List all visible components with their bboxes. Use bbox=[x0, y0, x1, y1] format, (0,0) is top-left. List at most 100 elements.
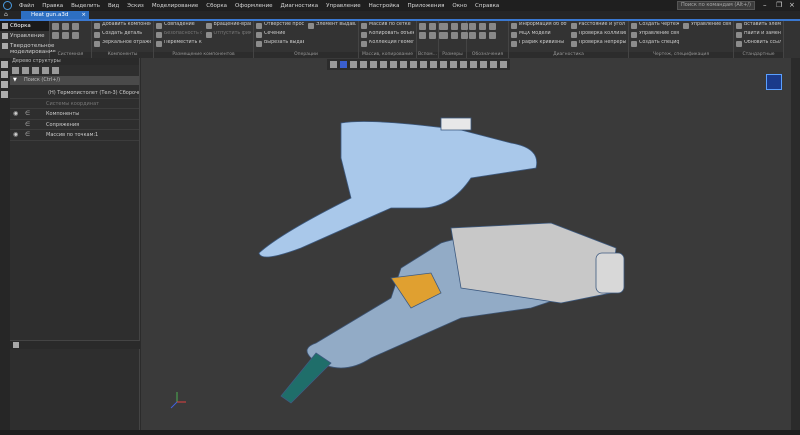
tool-icon[interactable] bbox=[429, 32, 436, 39]
ribbon-button[interactable]: Отпустить фиксацию bbox=[205, 31, 251, 39]
ribbon-button[interactable]: График кривизны bbox=[511, 40, 567, 48]
cable-handle bbox=[280, 352, 332, 404]
ribbon-button[interactable]: Коллекция геометрии bbox=[361, 40, 414, 48]
menu-item[interactable]: Управление bbox=[322, 3, 365, 9]
tool-icon[interactable] bbox=[62, 32, 69, 39]
tool-icon[interactable] bbox=[441, 32, 448, 39]
command-search-input[interactable]: Поиск по командам (Alt+/) bbox=[677, 1, 755, 10]
menu-item[interactable]: Оформление bbox=[231, 3, 277, 9]
ribbon-button[interactable]: Зеркальное отражение из... bbox=[94, 40, 151, 48]
tool-icon[interactable] bbox=[489, 32, 496, 39]
list-view-icon[interactable] bbox=[52, 67, 59, 74]
tool-icon[interactable] bbox=[62, 23, 69, 30]
ribbon-button[interactable]: Массив по сетке bbox=[361, 22, 414, 30]
minimize-icon[interactable]: – bbox=[763, 1, 767, 9]
ribbon-button[interactable]: Создать чертеж по модели bbox=[631, 22, 679, 30]
ribbon-button[interactable]: Обновить ссылки на МОД... bbox=[736, 40, 781, 48]
menu-item[interactable]: Настройка bbox=[365, 3, 404, 9]
ribbon-button[interactable]: Вставить элемент bbox=[736, 22, 781, 30]
close-icon[interactable]: × bbox=[789, 1, 795, 9]
mode-1[interactable]: Управление bbox=[0, 31, 49, 41]
ribbon-button[interactable]: Отверстие простое bbox=[256, 22, 304, 30]
tree-item-label: Компоненты bbox=[46, 111, 80, 117]
menu-item[interactable]: Окно bbox=[448, 3, 471, 9]
ribbon-group: Размеры bbox=[439, 21, 468, 58]
tree-item[interactable]: (Н) Термопистолет (Тел-3) Сборочная е bbox=[10, 88, 139, 99]
menu-item[interactable]: Справка bbox=[471, 3, 503, 9]
restore-icon[interactable]: ❐ bbox=[776, 1, 782, 9]
mode-0[interactable]: Сборка bbox=[0, 21, 49, 31]
ribbon-button[interactable]: Создать деталь bbox=[94, 31, 151, 39]
filter-funnel-icon: ▼ bbox=[13, 77, 17, 83]
tool-icon[interactable] bbox=[419, 23, 426, 30]
ribbon-group: Вставить элементНайти и заменитьОбновить… bbox=[734, 21, 784, 63]
menu-item[interactable]: Вид bbox=[104, 3, 123, 9]
menu-item[interactable]: Файл bbox=[15, 3, 38, 9]
ribbon-group: Создать чертеж по моделиУправление связа… bbox=[629, 21, 734, 58]
menu-item[interactable]: Моделирование bbox=[148, 3, 202, 9]
tree-mode-icon[interactable] bbox=[12, 67, 19, 74]
fix-icon[interactable]: ∈ bbox=[25, 109, 30, 119]
eye-icon[interactable]: ◉ bbox=[13, 130, 18, 140]
layers-icon[interactable] bbox=[1, 71, 8, 78]
filter-icon[interactable] bbox=[42, 67, 49, 74]
tool-icon[interactable] bbox=[479, 32, 486, 39]
ribbon-button[interactable]: Сечение bbox=[256, 31, 304, 39]
tool-icon[interactable] bbox=[419, 32, 426, 39]
menu-item[interactable]: Сборка bbox=[202, 3, 231, 9]
3d-viewport[interactable] bbox=[141, 58, 791, 430]
fix-icon[interactable]: ∈ bbox=[25, 130, 30, 140]
tool-icon[interactable] bbox=[451, 23, 458, 30]
tree-search-input[interactable]: ▼ Поиск (Ctrl+/) bbox=[10, 76, 139, 85]
ribbon-button[interactable]: Создать спецификацию... bbox=[631, 40, 679, 48]
tree-item[interactable]: ◉ ∈ Массив по точкам:1 bbox=[10, 130, 139, 141]
variables-icon[interactable] bbox=[1, 81, 8, 88]
tree-item[interactable]: ◉ ∈ Компоненты bbox=[10, 109, 139, 120]
ribbon-button[interactable]: Информация об объекте bbox=[511, 22, 567, 30]
tool-icon[interactable] bbox=[451, 32, 458, 39]
ribbon-button[interactable]: Добавить компонент из... bbox=[94, 22, 151, 30]
ribbon-button[interactable]: Безопасность фиксации bbox=[156, 31, 202, 39]
ribbon-button[interactable]: Проверка непрерывности bbox=[570, 40, 626, 48]
structure-icon[interactable] bbox=[22, 67, 29, 74]
tool-icon[interactable] bbox=[489, 23, 496, 30]
ribbon-button[interactable]: Копировать объекты bbox=[361, 31, 414, 39]
fix-icon[interactable]: ∈ bbox=[25, 120, 30, 130]
ribbon-button[interactable]: МЦХ модели bbox=[511, 31, 567, 39]
status-bar bbox=[0, 430, 800, 435]
ribbon-button[interactable]: Совпадение bbox=[156, 22, 202, 30]
ribbon-button[interactable]: Расстояние и угол bbox=[570, 22, 627, 30]
ribbon: Сборка Управление Твердотельное моделирова… bbox=[0, 21, 800, 63]
tree-item[interactable]: Системы координат bbox=[10, 99, 139, 109]
menu-item[interactable]: Диагностика bbox=[277, 3, 323, 9]
home-icon[interactable]: ⌂ bbox=[4, 11, 8, 18]
tool-icon[interactable] bbox=[72, 32, 79, 39]
menu-item[interactable]: Приложения bbox=[404, 3, 449, 9]
tool-icon[interactable] bbox=[469, 23, 476, 30]
ribbon-button[interactable]: Вырезать выдавливанием bbox=[256, 40, 304, 48]
tree-item[interactable]: ∈ Сопряжения bbox=[10, 120, 139, 130]
tool-icon[interactable] bbox=[441, 23, 448, 30]
filter-comp-icon[interactable] bbox=[32, 67, 39, 74]
menu-item[interactable]: Выделить bbox=[67, 3, 104, 9]
ribbon-button[interactable]: Элемент выдавливания bbox=[308, 22, 356, 30]
menu-item[interactable]: Правка bbox=[38, 3, 67, 9]
tool-icon[interactable] bbox=[52, 23, 59, 30]
ribbon-button[interactable]: Управление связанными с... bbox=[683, 22, 731, 30]
tool-icon[interactable] bbox=[479, 23, 486, 30]
tool-icon[interactable] bbox=[72, 23, 79, 30]
ribbon-button[interactable]: Вращение-вращение bbox=[205, 22, 251, 30]
menu-item[interactable]: Эскиз bbox=[123, 3, 148, 9]
tool-icon[interactable] bbox=[469, 32, 476, 39]
tool-icon[interactable] bbox=[429, 23, 436, 30]
tree-icon[interactable] bbox=[1, 61, 8, 68]
ribbon-button[interactable]: Проверка коллизий bbox=[570, 31, 626, 39]
tool-icon[interactable] bbox=[52, 32, 59, 39]
properties-icon[interactable] bbox=[13, 342, 19, 348]
ribbon-button[interactable]: Переместить компонент bbox=[156, 40, 202, 48]
mode-2[interactable]: Твердотельное моделирование bbox=[0, 41, 56, 57]
ribbon-button[interactable]: Управление связанными ч... bbox=[631, 31, 679, 39]
list-icon[interactable] bbox=[1, 91, 8, 98]
eye-icon[interactable]: ◉ bbox=[13, 109, 18, 119]
ribbon-button[interactable]: Найти и заменить bbox=[736, 31, 781, 39]
